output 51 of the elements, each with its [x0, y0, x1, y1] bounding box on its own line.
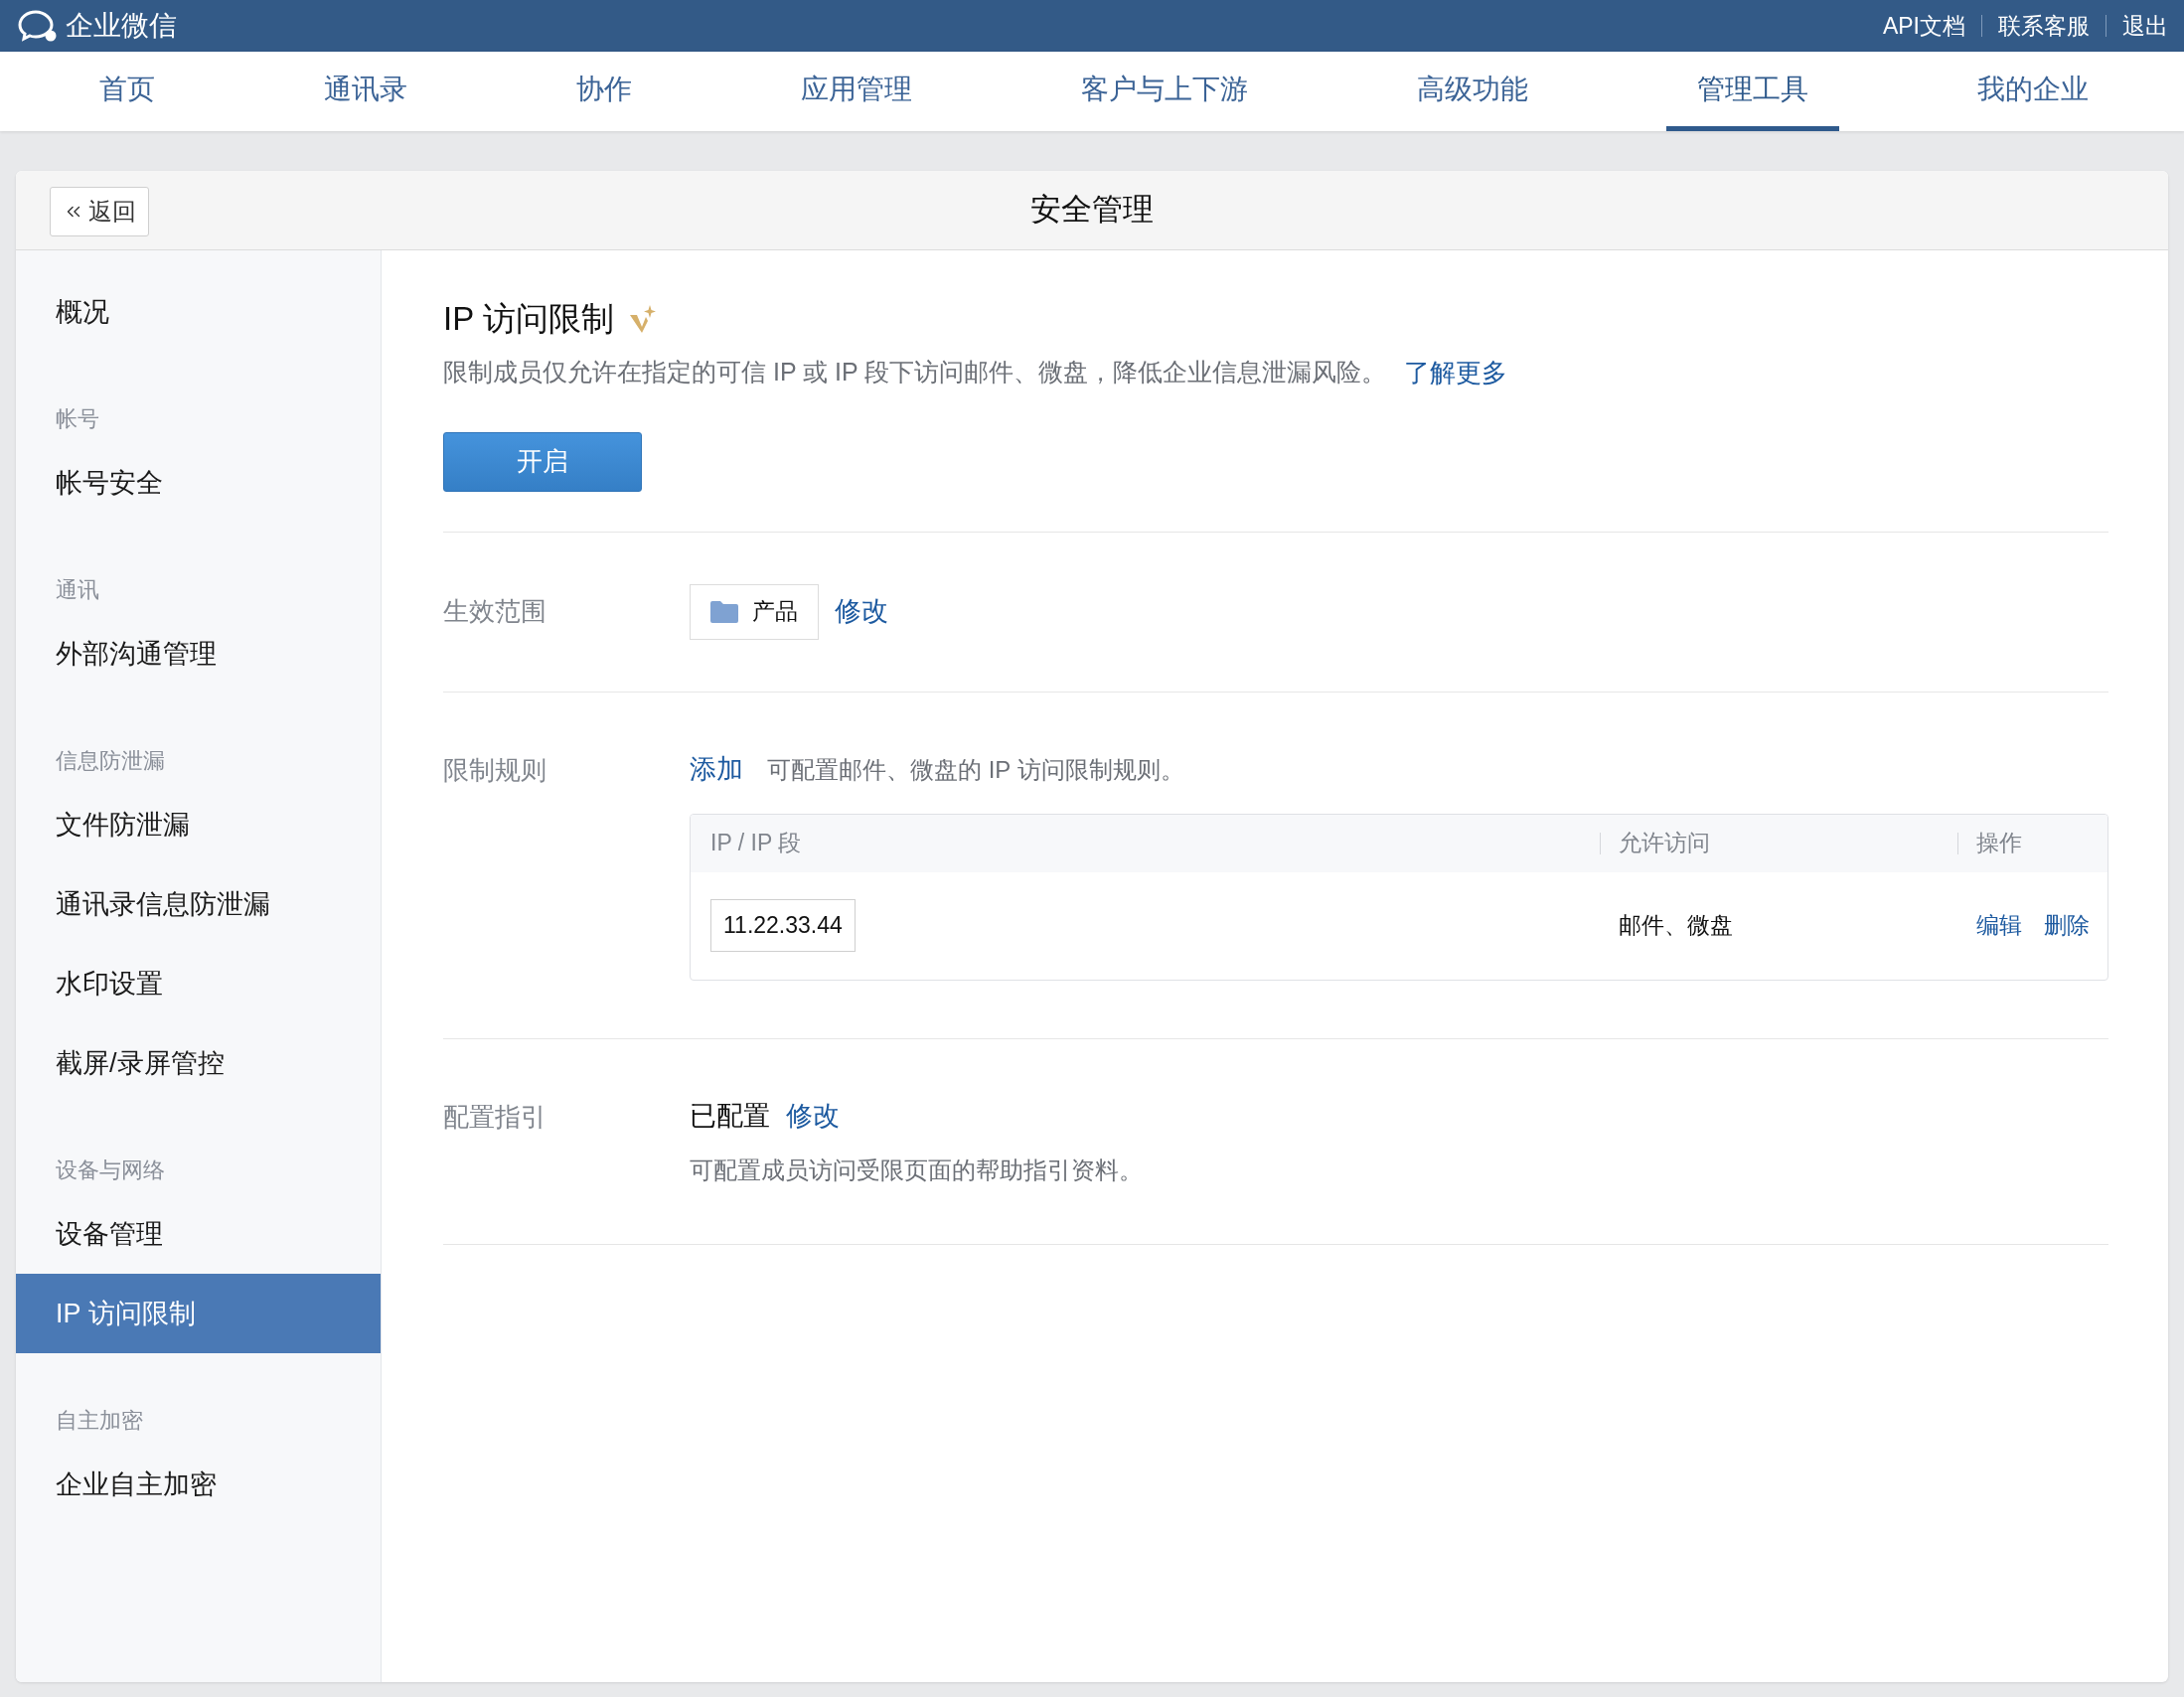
- field-label: 生效范围: [443, 595, 547, 628]
- column-header: IP / IP 段: [710, 829, 802, 858]
- edit-link[interactable]: 修改: [786, 1096, 840, 1137]
- sidebar-heading: 通讯: [55, 575, 100, 604]
- field-label: 限制规则: [443, 753, 547, 787]
- app-name: 企业微信: [66, 9, 177, 43]
- add-link[interactable]: 添加: [690, 749, 743, 790]
- sidebar-item[interactable]: IP 访问限制: [16, 1274, 381, 1353]
- section-description: 限制成员仅允许在指定的可信 IP 或 IP 段下访问邮件、微盘，降低企业信息泄漏风险。: [443, 357, 1387, 388]
- sidebar-heading: 信息防泄漏: [55, 746, 166, 775]
- field-label: 配置指引: [443, 1100, 547, 1134]
- chip-label: 产品: [752, 597, 798, 627]
- learn-more-link[interactable]: 了解更多: [1404, 353, 1508, 392]
- nav-tab[interactable]: 管理工具: [1666, 52, 1839, 131]
- nav-tab[interactable]: 首页: [69, 52, 186, 131]
- top-link[interactable]: API文档: [1882, 8, 1965, 44]
- rules-hint: 可配置邮件、微盘的 IP 访问限制规则。: [767, 754, 1184, 785]
- sidebar-item[interactable]: 设备管理: [16, 1194, 381, 1274]
- back-button[interactable]: 返回: [50, 187, 149, 236]
- nav-tab[interactable]: 应用管理: [770, 52, 943, 131]
- column-header: 允许访问: [1619, 829, 1710, 858]
- nav-tab[interactable]: 通讯录: [293, 52, 438, 131]
- enable-button[interactable]: 开启: [443, 431, 642, 492]
- sidebar-item[interactable]: 概况: [16, 272, 381, 352]
- sidebar-heading: 帐号: [55, 404, 100, 433]
- nav-tab[interactable]: 协作: [546, 52, 663, 131]
- top-link[interactable]: 退出: [2122, 8, 2168, 44]
- nav-tab[interactable]: 高级功能: [1386, 52, 1559, 131]
- row-action-link[interactable]: 删除: [2044, 908, 2090, 943]
- guide-description: 可配置成员访问受限页面的帮助指引资料。: [690, 1155, 1143, 1185]
- nav-tab[interactable]: 我的企业: [1947, 52, 2119, 131]
- table-cell: 邮件、微盘: [1619, 912, 1733, 939]
- column-header: 操作: [1976, 829, 2022, 858]
- sidebar-item[interactable]: 通讯录信息防泄漏: [16, 864, 381, 944]
- sidebar-item[interactable]: 截屏/录屏管控: [16, 1023, 381, 1103]
- nav-tab[interactable]: 客户与上下游: [1050, 52, 1279, 131]
- top-link[interactable]: 联系客服: [1998, 8, 2090, 44]
- sidebar-item[interactable]: 文件防泄漏: [16, 785, 381, 864]
- section-title: IP 访问限制: [443, 299, 614, 339]
- edit-link[interactable]: 修改: [835, 591, 888, 632]
- sidebar-item[interactable]: 外部沟通管理: [16, 614, 381, 694]
- row-action-link[interactable]: 编辑: [1976, 908, 2022, 943]
- sidebar-heading: 设备与网络: [55, 1156, 166, 1184]
- sidebar-item[interactable]: 水印设置: [16, 944, 381, 1023]
- sidebar-heading: 自主加密: [55, 1406, 144, 1435]
- ip-value: 11.22.33.44: [710, 899, 856, 952]
- sidebar-item[interactable]: 帐号安全: [16, 443, 381, 523]
- folder-icon: [710, 600, 738, 623]
- sidebar-item[interactable]: 企业自主加密: [16, 1445, 381, 1524]
- guide-status: 已配置: [690, 1100, 770, 1134]
- page-title: 安全管理: [1030, 191, 1154, 230]
